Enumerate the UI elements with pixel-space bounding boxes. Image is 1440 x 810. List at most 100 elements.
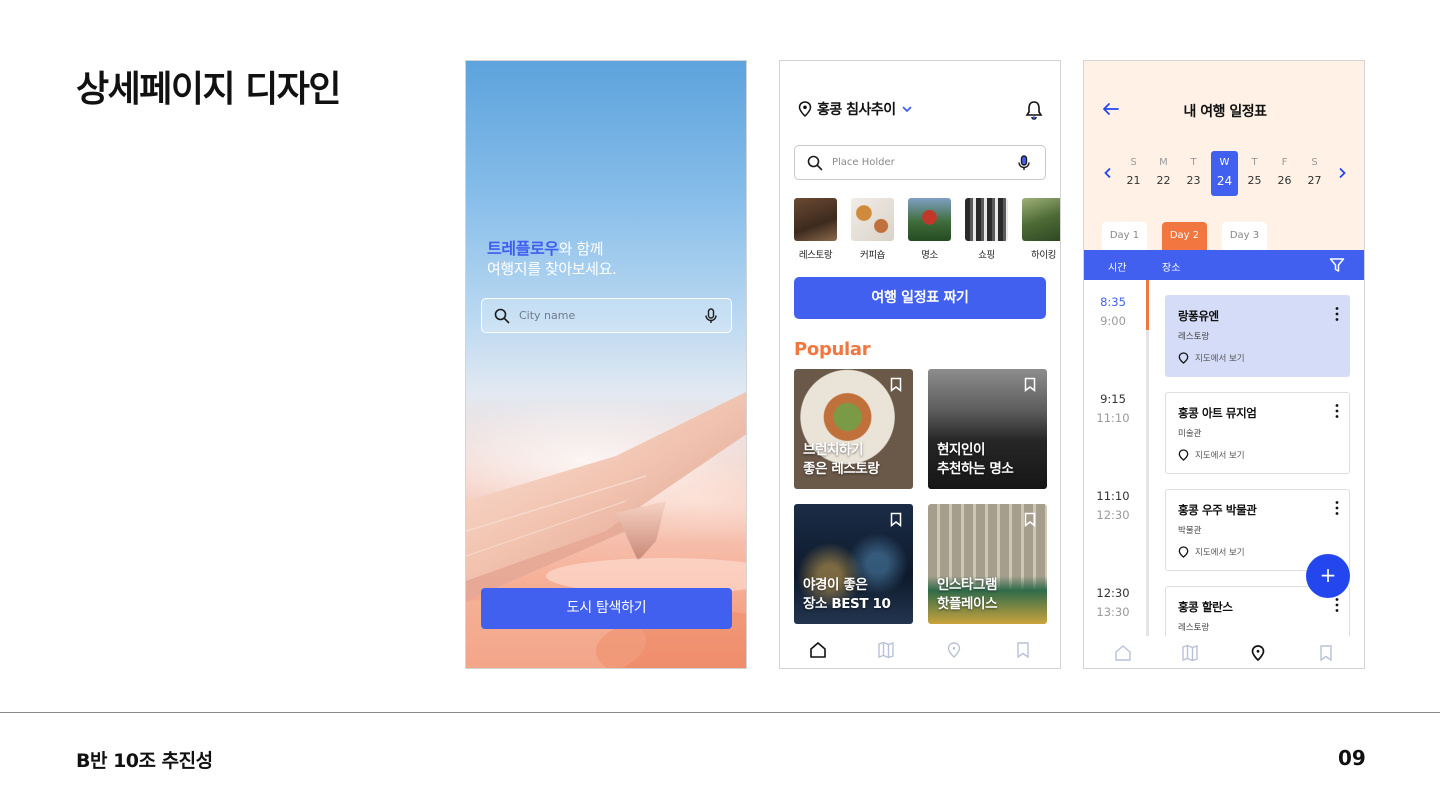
coffee-thumbnail xyxy=(851,198,894,241)
microphone-icon[interactable] xyxy=(705,308,717,324)
add-schedule-button[interactable]: + xyxy=(1306,554,1350,598)
place-type: 레스토랑 xyxy=(1178,623,1210,633)
more-options-icon[interactable] xyxy=(1335,403,1339,419)
card-caption: 인스타그램 핫플레이스 xyxy=(937,577,998,612)
bookmark-icon[interactable] xyxy=(1024,512,1036,527)
time-column-label: 시간 xyxy=(1108,263,1127,274)
bookmark-icon[interactable] xyxy=(890,512,902,527)
place-column-label: 장소 xyxy=(1162,263,1181,274)
page-number: 09 xyxy=(1338,746,1366,770)
tab-day-1[interactable]: Day 1 xyxy=(1102,222,1147,250)
explore-city-button[interactable]: 도시 탐색하기 xyxy=(481,588,732,629)
search-icon xyxy=(807,155,823,171)
filter-icon[interactable] xyxy=(1329,257,1345,273)
place-type: 박물관 xyxy=(1178,526,1202,536)
week-calendar: S 21 M 22 T 23 W 24 T 25 F 26 S 27 xyxy=(1104,151,1349,196)
schedule-item[interactable]: 홍콩 아트 뮤지엄 미술관 지도에서 보기 xyxy=(1165,392,1350,474)
timeline-track xyxy=(1146,280,1149,636)
bottom-nav xyxy=(780,639,1060,668)
category-restaurant[interactable]: 레스토랑 xyxy=(794,198,837,261)
home-icon[interactable] xyxy=(809,641,827,659)
time-slot: 11:10 12:30 xyxy=(1096,489,1130,522)
card-caption: 현지인이 추천하는 명소 xyxy=(937,442,1014,477)
place-type: 레스토랑 xyxy=(1178,332,1210,342)
bookmark-icon[interactable] xyxy=(1024,377,1036,392)
location-pin-icon[interactable] xyxy=(1249,644,1267,662)
home-icon[interactable] xyxy=(1114,644,1132,662)
schedule-column-header: 시간 장소 xyxy=(1084,250,1364,280)
footer-divider xyxy=(0,712,1440,713)
schedule-title: 내 여행 일정표 xyxy=(1183,104,1267,120)
hiking-thumbnail xyxy=(1022,198,1060,241)
category-list: 레스토랑 커피숍 명소 쇼핑 하이킹 xyxy=(794,198,1060,264)
map-icon[interactable] xyxy=(877,641,895,659)
popular-card-instagram-spots[interactable]: 인스타그램 핫플레이스 xyxy=(928,504,1047,624)
category-shopping[interactable]: 쇼핑 xyxy=(965,198,1008,261)
schedule-screen: 내 여행 일정표 S 21 M 22 T 23 W 24 T 25 F 26 S 27 Day… xyxy=(1083,60,1365,669)
place-search-input[interactable]: Place Holder xyxy=(794,145,1046,180)
map-icon[interactable] xyxy=(1181,644,1199,662)
tab-day-3[interactable]: Day 3 xyxy=(1222,222,1267,250)
card-caption: 브런치하기 좋은 레스토랑 xyxy=(803,442,880,477)
more-options-icon[interactable] xyxy=(1335,500,1339,516)
place-name: 홍콩 우주 박물관 xyxy=(1178,503,1257,517)
microphone-icon[interactable] xyxy=(1018,155,1030,171)
location-selector[interactable]: 홍콩 침사추이 xyxy=(798,99,913,119)
place-name: 홍콩 아트 뮤지엄 xyxy=(1178,406,1257,420)
category-coffee-shop[interactable]: 커피숍 xyxy=(851,198,894,261)
more-options-icon[interactable] xyxy=(1335,306,1339,322)
attraction-thumbnail xyxy=(908,198,951,241)
location-pin-icon xyxy=(1178,352,1189,364)
splash-screen: 트레플로우와 함께 여행지를 찾아보세요. City name 도시 탐색하기 xyxy=(465,60,747,669)
shopping-thumbnail xyxy=(965,198,1008,241)
calendar-day[interactable]: S 21 xyxy=(1120,151,1147,196)
splash-headline: 트레플로우와 함께 여행지를 찾아보세요. xyxy=(487,239,617,278)
view-on-map-link[interactable]: 지도에서 보기 xyxy=(1178,546,1245,558)
location-pin-icon xyxy=(798,101,812,117)
popular-card-brunch[interactable]: 브런치하기 좋은 레스토랑 xyxy=(794,369,913,489)
timeline-progress xyxy=(1146,280,1149,330)
place-name: 홍콩 할란스 xyxy=(1178,600,1233,614)
view-on-map-link[interactable]: 지도에서 보기 xyxy=(1178,449,1245,461)
brand-name: 트레플로우 xyxy=(487,239,559,258)
tab-day-2[interactable]: Day 2 xyxy=(1162,222,1207,250)
plan-itinerary-button[interactable]: 여행 일정표 짜기 xyxy=(794,277,1046,319)
time-slot: 8:35 9:00 xyxy=(1100,295,1126,328)
popular-card-local-spots[interactable]: 현지인이 추천하는 명소 xyxy=(928,369,1047,489)
calendar-day[interactable]: T 25 xyxy=(1241,151,1268,196)
calendar-day[interactable]: F 26 xyxy=(1271,151,1298,196)
location-pin-icon[interactable] xyxy=(945,641,963,659)
home-screen: 홍콩 침사추이 Place Holder 레스토랑 커피숍 명소 쇼핑 하이킹 … xyxy=(779,60,1061,669)
slide-title: 상세페이지 디자인 xyxy=(76,69,342,110)
restaurant-thumbnail xyxy=(794,198,837,241)
popular-card-night-view[interactable]: 야경이 좋은 장소 BEST 10 xyxy=(794,504,913,624)
search-icon xyxy=(494,308,510,324)
footer-team-label: B반 10조 추진성 xyxy=(76,750,213,772)
popular-heading: Popular xyxy=(794,339,871,360)
location-label: 홍콩 침사추이 xyxy=(817,102,896,118)
location-pin-icon xyxy=(1178,546,1189,558)
time-slot: 12:30 13:30 xyxy=(1096,586,1130,619)
calendar-day[interactable]: M 22 xyxy=(1150,151,1177,196)
card-caption: 야경이 좋은 장소 BEST 10 xyxy=(803,577,891,612)
calendar-day[interactable]: T 23 xyxy=(1180,151,1207,196)
place-type: 미술관 xyxy=(1178,429,1202,439)
bell-icon[interactable] xyxy=(1025,100,1043,120)
city-search-input[interactable]: City name xyxy=(481,298,732,333)
bookmark-icon[interactable] xyxy=(890,377,902,392)
calendar-day-selected[interactable]: W 24 xyxy=(1211,151,1238,196)
place-name: 랑퐁유엔 xyxy=(1178,309,1219,323)
bottom-nav xyxy=(1084,636,1364,668)
category-attraction[interactable]: 명소 xyxy=(908,198,951,261)
view-on-map-link[interactable]: 지도에서 보기 xyxy=(1178,352,1245,364)
calendar-day[interactable]: S 27 xyxy=(1301,151,1328,196)
chevron-down-icon xyxy=(902,106,912,113)
time-slot: 9:15 11:10 xyxy=(1096,392,1130,425)
more-options-icon[interactable] xyxy=(1335,597,1339,613)
bookmark-icon[interactable] xyxy=(1014,641,1032,659)
location-pin-icon xyxy=(1178,449,1189,461)
bookmark-icon[interactable] xyxy=(1317,644,1335,662)
schedule-item[interactable]: 랑퐁유엔 레스토랑 지도에서 보기 xyxy=(1165,295,1350,377)
category-hiking[interactable]: 하이킹 xyxy=(1022,198,1060,261)
airplane-wing-illustration xyxy=(466,391,746,668)
